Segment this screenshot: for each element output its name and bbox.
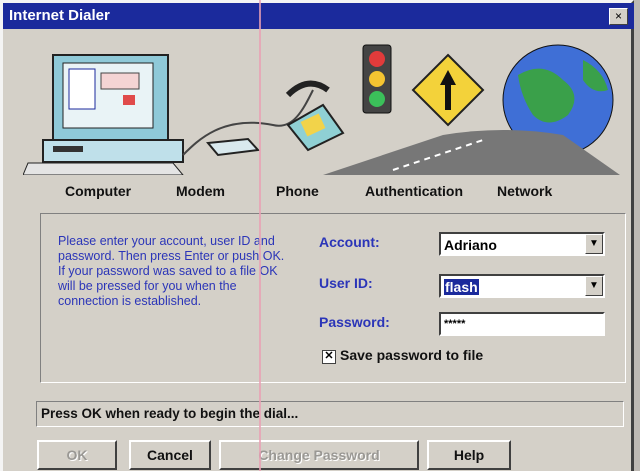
title-bar[interactable]: Internet Dialer × xyxy=(3,3,634,29)
help-button[interactable]: Help xyxy=(427,440,511,470)
status-bar: Press OK when ready to begin the dial... xyxy=(36,401,624,427)
password-label: Password: xyxy=(319,314,390,330)
ok-button[interactable]: OK xyxy=(37,440,117,470)
stage-label-network: Network xyxy=(497,183,553,199)
computer-illustration xyxy=(23,54,184,175)
save-password-label[interactable]: Save password to file xyxy=(340,347,483,363)
traffic-light-icon xyxy=(362,44,392,114)
info-text: Please enter your account, user ID and p… xyxy=(58,234,285,308)
password-field[interactable]: ***** xyxy=(439,312,605,336)
cancel-button[interactable]: Cancel xyxy=(129,440,211,470)
account-value: Adriano xyxy=(444,237,497,253)
stage-label-authentication: Authentication xyxy=(365,183,463,199)
stage-label-computer: Computer xyxy=(65,183,132,199)
road-sign-icon xyxy=(411,53,485,127)
scan-line-artifact xyxy=(259,0,261,471)
login-panel: Please enter your account, user ID and p… xyxy=(40,213,626,383)
dialer-window: Internet Dialer × Computer Modem Phone A… xyxy=(0,0,634,471)
userid-value: flash xyxy=(444,279,479,295)
window-shadow xyxy=(634,0,640,471)
stage-label-modem: Modem xyxy=(176,183,225,199)
change-password-button[interactable]: Change Password xyxy=(219,440,419,470)
stage-label-phone: Phone xyxy=(276,183,319,199)
window-title: Internet Dialer xyxy=(9,7,110,24)
account-label: Account: xyxy=(319,234,380,250)
password-value: ***** xyxy=(444,318,466,330)
chevron-down-icon[interactable]: ▼ xyxy=(585,276,603,296)
chevron-down-icon[interactable]: ▼ xyxy=(585,234,603,254)
close-icon: × xyxy=(614,9,622,23)
save-password-checkbox[interactable]: ✕ xyxy=(322,350,336,364)
close-button[interactable]: × xyxy=(609,8,628,25)
account-select[interactable]: Adriano ▼ xyxy=(439,232,605,256)
connection-banner xyxy=(23,44,620,175)
userid-select[interactable]: flash ▼ xyxy=(439,274,605,298)
userid-label: User ID: xyxy=(319,275,373,291)
